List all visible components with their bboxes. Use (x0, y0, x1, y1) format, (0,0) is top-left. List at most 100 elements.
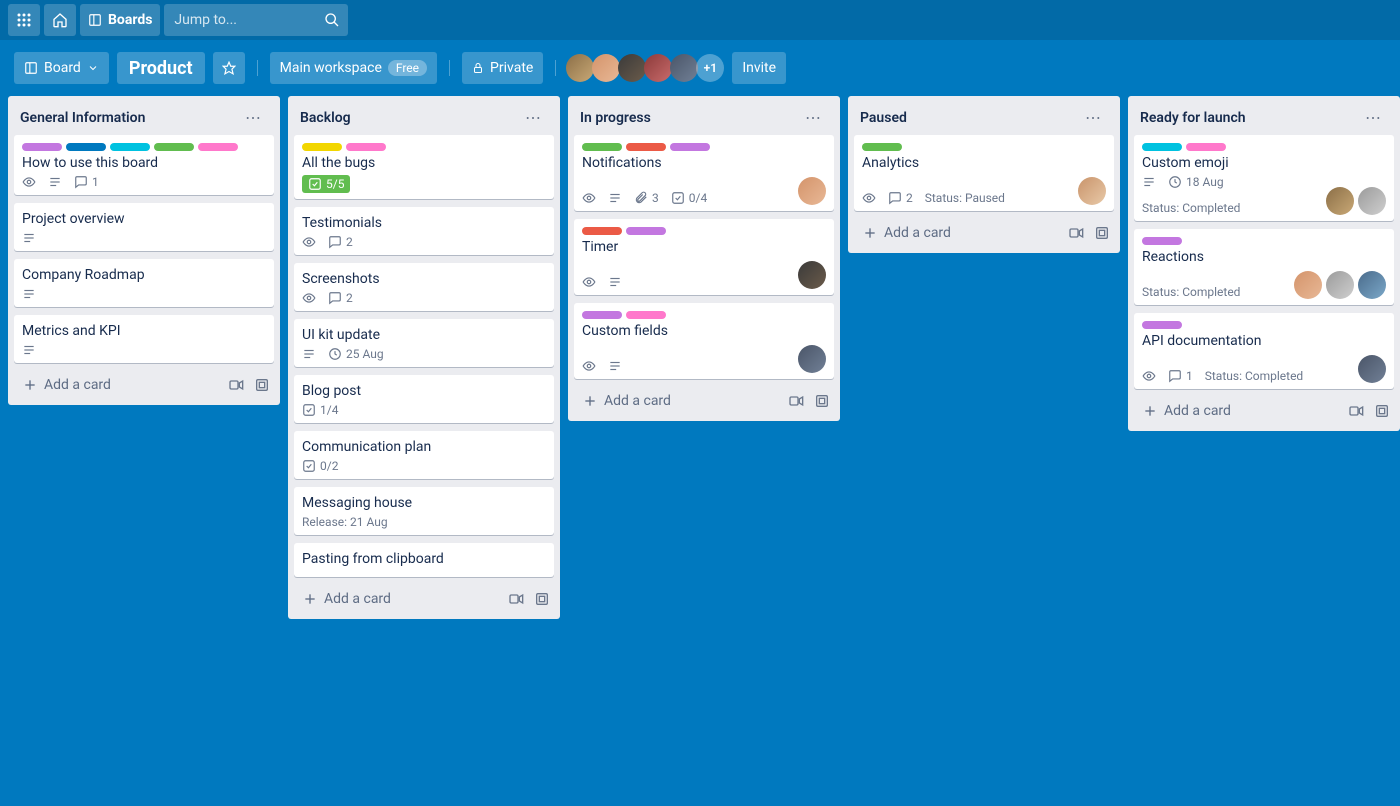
video-icon[interactable] (788, 393, 804, 409)
card-labels (582, 143, 826, 151)
card-template-button[interactable] (1374, 403, 1390, 419)
invite-button[interactable]: Invite (732, 52, 786, 84)
card-label[interactable] (670, 143, 710, 151)
card[interactable]: Metrics and KPI (14, 315, 274, 363)
card[interactable]: Blog post 1/4 (294, 375, 554, 423)
workspace-button[interactable]: Main workspace Free (270, 52, 437, 84)
card-label[interactable] (346, 143, 386, 151)
card-label[interactable] (626, 143, 666, 151)
add-card-button[interactable]: Add a card (298, 587, 508, 611)
card-label[interactable] (582, 143, 622, 151)
list-menu-button[interactable]: ⋯ (799, 106, 828, 129)
board-members[interactable]: +1 (568, 54, 724, 82)
video-icon[interactable] (228, 377, 244, 393)
list-menu-button[interactable]: ⋯ (239, 106, 268, 129)
search-icon (324, 12, 340, 28)
card[interactable]: Custom emoji 18 AugStatus: Completed (1134, 135, 1394, 221)
visibility-button[interactable]: Private (462, 52, 543, 84)
member-avatar[interactable] (670, 54, 698, 82)
member-avatar[interactable] (566, 54, 594, 82)
card[interactable]: Custom fields (574, 303, 834, 379)
card[interactable]: Testimonials 2 (294, 207, 554, 255)
list-title[interactable]: Ready for launch (1140, 110, 1246, 126)
card[interactable]: Pasting from clipboard (294, 543, 554, 577)
card-label[interactable] (154, 143, 194, 151)
comments-badge: 1 (74, 175, 99, 189)
card[interactable]: Project overview (14, 203, 274, 251)
card[interactable]: API documentation 1Status: Completed (1134, 313, 1394, 389)
member-avatar[interactable] (1358, 271, 1386, 299)
card-badges: 25 Aug (302, 347, 546, 361)
list-menu-button[interactable]: ⋯ (1359, 106, 1388, 129)
list-title[interactable]: In progress (580, 110, 651, 126)
star-button[interactable] (213, 52, 245, 84)
card-label[interactable] (198, 143, 238, 151)
member-avatar[interactable] (1358, 187, 1386, 215)
member-avatar[interactable] (1078, 177, 1106, 205)
card[interactable]: All the bugs 5/5 (294, 135, 554, 199)
search-input[interactable] (174, 12, 304, 28)
boards-button[interactable]: Boards (80, 4, 160, 36)
list-menu-button[interactable]: ⋯ (519, 106, 548, 129)
card-label[interactable] (1142, 143, 1182, 151)
card-label[interactable] (1142, 321, 1182, 329)
list-title[interactable]: Paused (860, 110, 907, 126)
card-template-button[interactable] (1094, 225, 1110, 241)
card[interactable]: Screenshots 2 (294, 263, 554, 311)
card-label[interactable] (22, 143, 62, 151)
member-avatar[interactable] (1358, 355, 1386, 383)
member-avatar[interactable] (592, 54, 620, 82)
card[interactable]: Company Roadmap (14, 259, 274, 307)
card-label[interactable] (66, 143, 106, 151)
card[interactable]: How to use this board 1 (14, 135, 274, 195)
add-card-button[interactable]: Add a card (858, 221, 1068, 245)
video-icon[interactable] (1068, 225, 1084, 241)
video-icon[interactable] (508, 591, 524, 607)
description-badge (302, 347, 316, 361)
member-avatar[interactable] (798, 345, 826, 373)
member-avatar[interactable] (798, 177, 826, 205)
card-label[interactable] (862, 143, 902, 151)
member-avatar[interactable] (644, 54, 672, 82)
add-card-button[interactable]: Add a card (18, 373, 228, 397)
member-avatar[interactable] (618, 54, 646, 82)
card[interactable]: Communication plan 0/2 (294, 431, 554, 479)
card-badges: 1/4 (302, 403, 546, 417)
search-box[interactable] (164, 4, 348, 36)
card-template-button[interactable] (534, 591, 550, 607)
card[interactable]: Analytics 2Status: Paused (854, 135, 1114, 211)
home-button[interactable] (44, 4, 76, 36)
list-title[interactable]: General Information (20, 110, 145, 126)
board-view-switcher[interactable]: Board (14, 52, 109, 84)
card-label[interactable] (626, 227, 666, 235)
member-avatar[interactable] (798, 261, 826, 289)
card-label[interactable] (1142, 237, 1182, 245)
member-overflow[interactable]: +1 (696, 54, 724, 82)
board-title[interactable]: Product (117, 52, 205, 84)
card[interactable]: Timer (574, 219, 834, 295)
list-menu-button[interactable]: ⋯ (1079, 106, 1108, 129)
apps-button[interactable] (8, 4, 40, 36)
card-template-button[interactable] (254, 377, 270, 393)
card[interactable]: Messaging house Release: 21 Aug (294, 487, 554, 535)
card-badges: Release: 21 Aug (302, 515, 546, 529)
card-label[interactable] (582, 227, 622, 235)
card-template-button[interactable] (814, 393, 830, 409)
member-avatar[interactable] (1294, 271, 1322, 299)
card-label[interactable] (302, 143, 342, 151)
comments-badge: 2 (888, 191, 913, 205)
card-label[interactable] (582, 311, 622, 319)
description-badge (1142, 175, 1156, 189)
member-avatar[interactable] (1326, 271, 1354, 299)
card-label[interactable] (626, 311, 666, 319)
card[interactable]: Reactions Status: Completed (1134, 229, 1394, 305)
list-title[interactable]: Backlog (300, 110, 351, 126)
card[interactable]: Notifications 30/4 (574, 135, 834, 211)
card[interactable]: UI kit update 25 Aug (294, 319, 554, 367)
member-avatar[interactable] (1326, 187, 1354, 215)
card-label[interactable] (110, 143, 150, 151)
card-label[interactable] (1186, 143, 1226, 151)
add-card-button[interactable]: Add a card (578, 389, 788, 413)
add-card-button[interactable]: Add a card (1138, 399, 1348, 423)
video-icon[interactable] (1348, 403, 1364, 419)
